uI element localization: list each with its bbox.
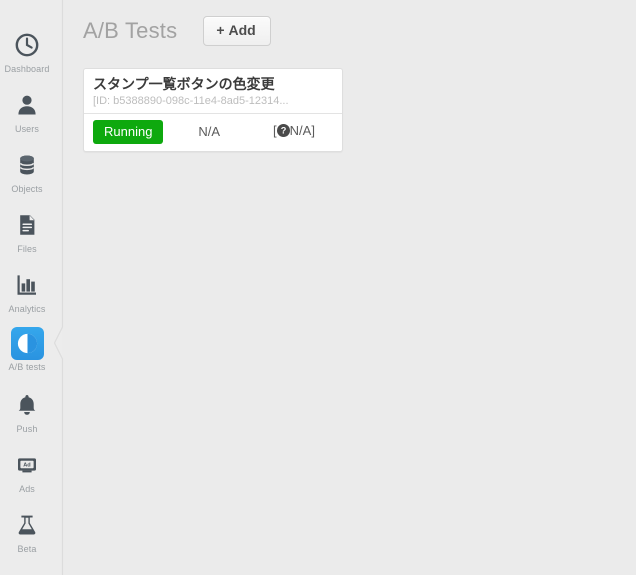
add-button-label: Add	[228, 22, 256, 38]
page-title: A/B Tests	[83, 18, 178, 44]
sidebar-item-ads[interactable]: Ad Ads	[0, 448, 54, 494]
document-icon	[0, 208, 54, 242]
sidebar-item-users[interactable]: Users	[0, 88, 54, 134]
svg-text:Ad: Ad	[23, 463, 31, 469]
bell-icon	[0, 388, 54, 422]
sidebar-item-label: Push	[16, 424, 38, 434]
sidebar-item-beta[interactable]: Beta	[0, 508, 54, 554]
active-tile	[10, 326, 44, 360]
sidebar: Dashboard Users Objects Files Analytics …	[0, 0, 64, 575]
clock-icon	[0, 28, 54, 62]
user-icon	[0, 88, 54, 122]
sidebar-item-push[interactable]: Push	[0, 388, 54, 434]
svg-text:?: ?	[280, 126, 286, 136]
confidence-value: N/A]	[289, 123, 315, 138]
main-content: A/B Tests + Add スタンプ一覧ボタンの色変更 [ID: b53888…	[62, 0, 636, 575]
sidebar-item-dashboard[interactable]: Dashboard	[0, 28, 54, 74]
ab-test-list: スタンプ一覧ボタンの色変更 [ID: b5388890-098c-11e4-8a…	[83, 68, 343, 152]
card-stats-row: Running N/A [? N/A]	[84, 114, 342, 151]
test-title: スタンプ一覧ボタンの色変更	[93, 76, 275, 92]
contrast-circle-icon	[0, 326, 54, 360]
test-id: [ID: b5388890-098c-11e4-8ad5-12314...	[93, 94, 289, 107]
page-header: A/B Tests + Add	[83, 16, 271, 47]
sidebar-item-label: Dashboard	[4, 64, 50, 74]
ad-banner-icon: Ad	[0, 448, 54, 482]
add-button[interactable]: + Add	[203, 16, 271, 47]
sidebar-item-label: A/B tests	[8, 362, 46, 372]
sidebar-item-ab-tests[interactable]: A/B tests	[0, 326, 54, 372]
sidebar-item-label: Ads	[19, 484, 35, 494]
bar-chart-icon	[0, 268, 54, 302]
sidebar-item-label: Analytics	[8, 304, 46, 314]
confidence-value-wrap: [? N/A]	[255, 123, 333, 140]
status-badge: Running	[93, 119, 164, 144]
sidebar-item-label: Files	[17, 244, 37, 254]
card-header: スタンプ一覧ボタンの色変更 [ID: b5388890-098c-11e4-8a…	[84, 69, 342, 114]
sidebar-item-analytics[interactable]: Analytics	[0, 268, 54, 314]
plus-icon: +	[216, 22, 225, 38]
sidebar-item-label: Users	[14, 124, 39, 134]
sidebar-item-files[interactable]: Files	[0, 208, 54, 254]
sidebar-item-objects[interactable]: Objects	[0, 148, 54, 194]
flask-icon	[0, 508, 54, 542]
help-circle-icon[interactable]: ?	[276, 124, 290, 140]
database-icon	[0, 148, 54, 182]
ab-test-card[interactable]: スタンプ一覧ボタンの色変更 [ID: b5388890-098c-11e4-8a…	[83, 68, 343, 152]
metric-value: N/A	[198, 124, 221, 139]
sidebar-item-label: Beta	[17, 544, 37, 554]
sidebar-item-label: Objects	[11, 184, 43, 194]
